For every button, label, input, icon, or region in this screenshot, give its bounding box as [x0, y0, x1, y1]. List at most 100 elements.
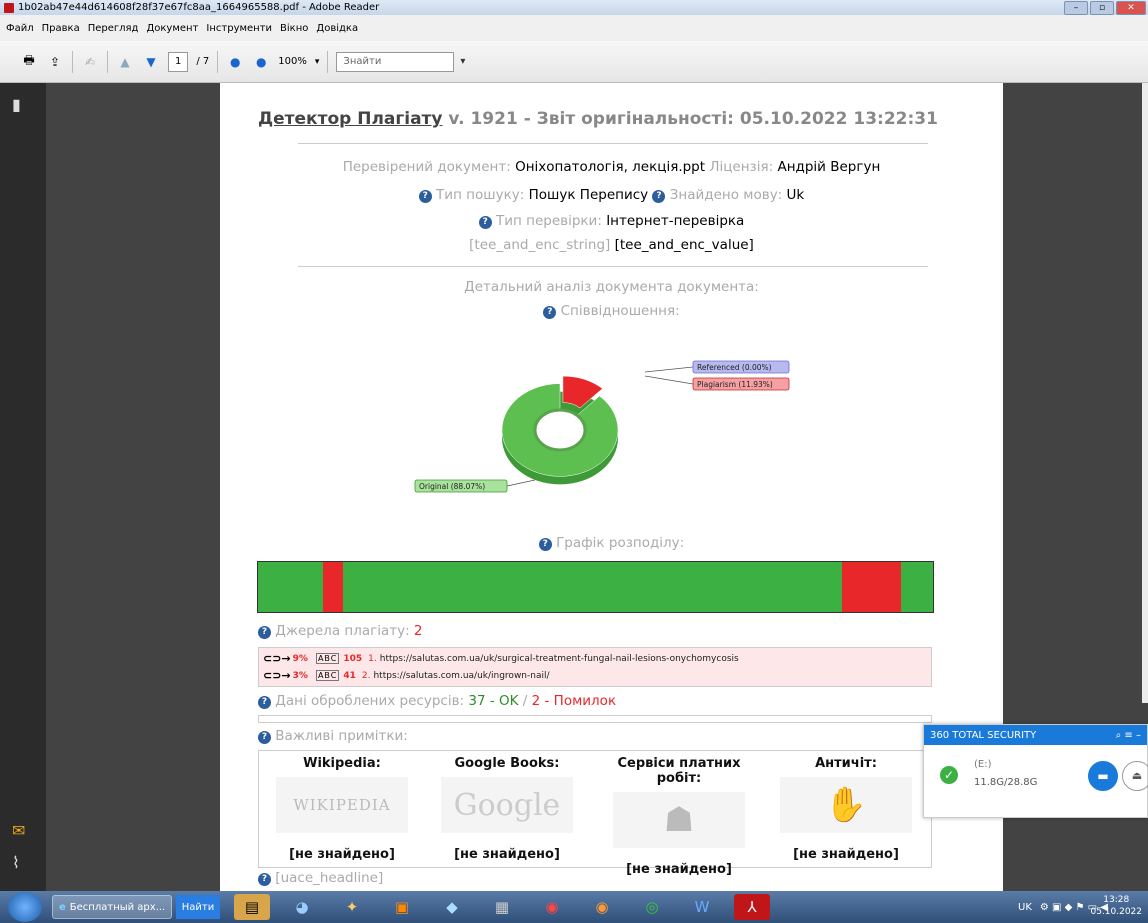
distribution-heading: ? Графік розподілу:	[220, 535, 1003, 551]
page-number-input[interactable]: 1	[168, 51, 189, 72]
note-paid-services: Сервіси платних робіт: ☗ [не знайдено]	[604, 756, 754, 877]
menu-window[interactable]: Вікно	[280, 23, 308, 34]
eject-button[interactable]: ⏏	[1122, 761, 1148, 791]
zoom-in-icon[interactable]: ●	[252, 53, 270, 71]
label-leader-line	[506, 479, 536, 487]
firefox-icon[interactable]: ◉	[584, 894, 620, 920]
app-icon[interactable]: ◕	[284, 894, 320, 920]
ie-icon: e	[59, 901, 66, 913]
sources-count: 2	[413, 623, 423, 639]
zoom-dropdown-icon[interactable]: ▾	[315, 57, 320, 67]
language-indicator[interactable]: UK	[1018, 902, 1032, 913]
help-icon[interactable]: ?	[543, 306, 557, 319]
close-button[interactable]: ✕	[1116, 1, 1146, 15]
legend-label: Referenced (0.00%)	[697, 363, 772, 372]
help-icon[interactable]: ?	[258, 696, 271, 709]
wikipedia-logo: WIKIPEDIA	[276, 777, 408, 833]
menu-icon[interactable]: ≡	[1124, 730, 1132, 741]
help-icon[interactable]: ?	[538, 538, 552, 551]
source-link[interactable]: https://salutas.com.ua/uk/ingrown-nail/	[373, 671, 549, 681]
menu-bar: Файл Правка Перегляд Документ Інструмент…	[0, 15, 1148, 41]
find-input[interactable]: Знайти	[336, 51, 465, 72]
source-count: 41	[343, 670, 356, 681]
print-icon[interactable]: 🖶	[20, 53, 38, 71]
menu-help[interactable]: Довідка	[316, 23, 358, 34]
tee-label: [tee_and_enc_string]	[469, 237, 615, 253]
divider	[298, 143, 928, 144]
donut-hole	[533, 408, 587, 452]
app-icon[interactable]: ◆	[434, 894, 470, 920]
checked-doc-value: Оніхопатологія, лекція.ppt	[515, 159, 706, 175]
comments-icon[interactable]: ✉	[12, 821, 30, 840]
uace-heading-text: [uace_headline]	[275, 870, 384, 886]
sources-list: ⊂⊃→ 9% ABC 105 1. https://salutas.com.ua…	[258, 647, 932, 687]
menu-edit[interactable]: Правка	[42, 23, 80, 34]
zoom-out-icon[interactable]: ●	[226, 53, 244, 71]
search-icon[interactable]: ⌕	[1116, 730, 1122, 741]
source-link[interactable]: https://salutas.com.ua/uk/surgical-treat…	[380, 654, 739, 664]
minimize-button[interactable]: –	[1064, 1, 1088, 15]
menu-document[interactable]: Документ	[146, 23, 198, 34]
pdf-page: Детектор Плагіату v. 1921 - Звіт оригіна…	[220, 83, 1003, 891]
share-icon[interactable]: ⇪	[46, 53, 64, 71]
source-count: 105	[343, 653, 363, 664]
adobe-reader-icon[interactable]: ⅄	[734, 894, 770, 920]
menu-file[interactable]: Файл	[6, 23, 34, 34]
calculator-icon[interactable]: ▦	[484, 894, 520, 920]
link-icon: ⊂⊃→	[263, 669, 291, 682]
app-icon[interactable]: ◎	[634, 894, 670, 920]
vertical-scrollbar[interactable]	[1142, 83, 1148, 703]
chrome-icon[interactable]: ◉	[534, 894, 570, 920]
uace-heading: ? [uace_headline]	[258, 870, 383, 886]
plagiarism-segment	[322, 562, 344, 612]
clock[interactable]: 13:28 05.10.2022	[1090, 894, 1142, 918]
toolbar: 🖶 ⇪ ✍ ▲ ▼ 1 / 7 ● ● 100% ▾ Знайти	[0, 41, 1148, 83]
ghost-writer-icon: ☗	[613, 792, 745, 848]
help-icon[interactable]: ?	[258, 731, 271, 744]
help-icon[interactable]: ?	[258, 873, 271, 886]
sources-heading: ? Джерела плагіату: 2	[258, 623, 423, 639]
link-icon: ⊂⊃→	[263, 652, 291, 665]
help-icon[interactable]: ?	[418, 190, 432, 203]
help-icon[interactable]: ?	[478, 216, 492, 229]
explorer-icon[interactable]: ▤	[234, 894, 270, 920]
zoom-select[interactable]: 100%	[278, 56, 307, 67]
brand-link[interactable]: Детектор Плагіату	[258, 109, 442, 129]
open-folder-button[interactable]: ▬	[1088, 761, 1118, 791]
security-title: 360 TOTAL SECURITY	[930, 729, 1037, 741]
toolbar-separator	[327, 50, 329, 73]
taskbar-search-button[interactable]: Найти	[176, 895, 220, 919]
pages-icon[interactable]: ▮	[12, 95, 30, 114]
minimize-icon[interactable]: –	[1136, 730, 1141, 741]
license-value: Андрій Вергун	[777, 159, 881, 175]
ratio-heading: ? Співвідношення:	[220, 303, 1003, 319]
help-icon[interactable]: ?	[652, 190, 666, 203]
drive-size: 11.8G/28.8G	[974, 777, 1038, 788]
start-button[interactable]	[8, 892, 42, 922]
note-wikipedia: Wikipedia: WIKIPEDIA [не знайдено]	[267, 756, 417, 862]
toolbar-separator	[72, 50, 73, 73]
word-icon[interactable]: W	[684, 894, 720, 920]
app-icon[interactable]: ✦	[334, 894, 370, 920]
taskbar-browser-tab[interactable]: e Бесплатный арх...	[52, 895, 172, 919]
note-title: Сервіси платних робіт:	[617, 756, 741, 786]
ratio-donut-chart: Referenced (0.00%) Plagiarism (11.93%) Ori…	[414, 360, 790, 493]
media-player-icon[interactable]: ▣	[384, 894, 420, 920]
next-page-icon[interactable]: ▼	[142, 53, 160, 71]
legend-label: Plagiarism (11.93%)	[697, 380, 773, 389]
sign-icon[interactable]: ✍	[81, 53, 99, 71]
page-total: / 7	[196, 56, 210, 67]
license-label: Ліцензія:	[705, 159, 778, 175]
menu-view[interactable]: Перегляд	[88, 23, 139, 34]
window-title: 1b02ab47e44d614608f28f37e67fc8aa_1664965…	[18, 2, 380, 13]
maximize-button[interactable]: ▫	[1090, 1, 1114, 15]
attachments-icon[interactable]: ⌇	[12, 853, 30, 872]
lang-value: Uk	[786, 187, 805, 203]
help-icon[interactable]: ?	[258, 626, 271, 639]
prev-page-icon[interactable]: ▲	[116, 53, 134, 71]
clock-time: 13:28	[1103, 895, 1130, 905]
menu-tools[interactable]: Інструменти	[206, 23, 272, 34]
security-controls: ⌕ ≡ –	[1116, 730, 1141, 741]
note-result: [не знайдено]	[793, 847, 899, 862]
search-type-line: ? Тип пошуку: Пошук Перепису ? Знайдено …	[220, 187, 1003, 203]
